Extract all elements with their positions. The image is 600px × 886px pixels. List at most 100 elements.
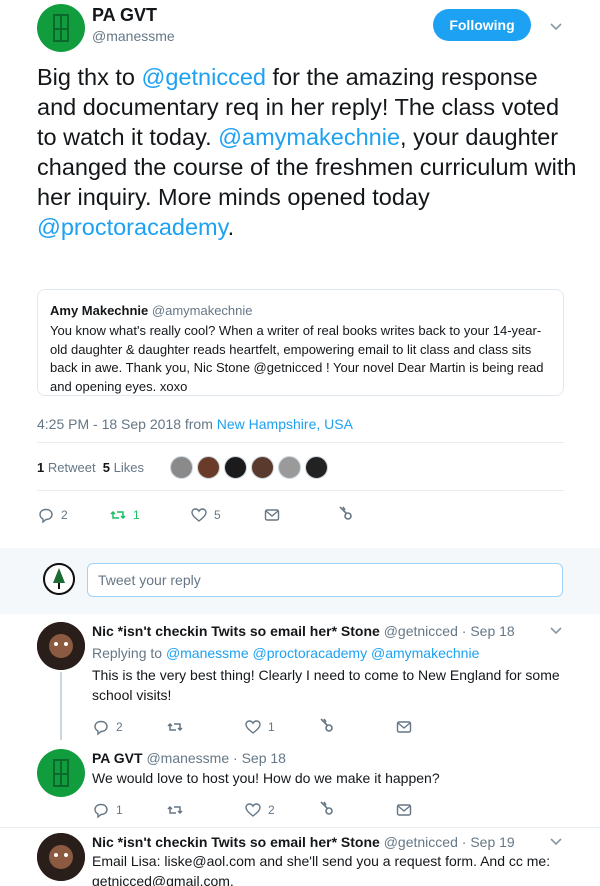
reply-author-handle[interactable]: @getnicced [384,834,458,850]
reply-count: 2 [61,508,68,522]
analytics-icon [320,718,333,732]
like-button[interactable]: 1 [244,718,275,736]
avatar[interactable] [305,456,328,479]
user-handle[interactable]: @manessme [92,28,175,44]
reply-date[interactable]: Sep 18 [470,623,514,639]
reply-author-name[interactable]: Nic *isn't checkin Twits so email her* S… [92,834,380,850]
divider [37,442,564,443]
quoted-text: You know what's really cool? When a writ… [50,323,544,394]
thread-line [60,672,62,740]
chevron-down-icon[interactable] [549,624,563,638]
retweet-count-link[interactable]: 1 Retweet [37,460,96,475]
heart-icon [245,803,261,817]
reply-count: 2 [116,720,123,734]
quoted-author: Amy Makechnie @amymakechnie [50,303,253,318]
retweet-label: Retweet [47,460,96,475]
display-name[interactable]: PA GVT [92,5,157,26]
avatar[interactable] [37,622,85,670]
retweet-icon [167,805,183,815]
replying-to: Replying to @manessme @proctoracademy @a… [92,643,479,663]
retweet-icon [110,510,126,520]
reply-button[interactable]: 2 [37,506,68,524]
retweet-count: 1 [133,508,140,522]
tweet-text-part: . [227,214,235,240]
divider [0,827,600,828]
like-count-link[interactable]: 5 Likes [103,460,144,475]
like-count: 5 [214,508,221,522]
mention-link[interactable]: @getnicced [142,64,266,90]
pa-logo-icon [53,759,69,787]
heart-icon [245,720,261,734]
avatar[interactable] [43,563,75,595]
like-label: Likes [113,460,145,475]
analytics-button[interactable] [318,716,336,734]
avatar[interactable] [37,749,85,797]
reply-input[interactable]: Tweet your reply [87,563,563,597]
envelope-icon [264,509,280,521]
pa-logo-icon [53,14,69,42]
like-count: 2 [268,803,275,817]
retweet-count: 1 [37,460,45,475]
tweet-timestamp: 4:25 PM - 18 Sep 2018 from New Hampshire… [37,416,353,432]
tweet-stats: 1 Retweet 5 Likes [37,460,144,475]
retweet-button[interactable]: 1 [109,506,140,524]
liker-avatars [170,456,328,479]
message-button[interactable] [395,718,413,736]
reply-icon [94,803,108,819]
reply-count: 1 [116,803,123,817]
following-button[interactable]: Following [433,9,531,41]
avatar[interactable] [37,833,85,881]
like-count: 1 [268,720,275,734]
reply-author-name[interactable]: PA GVT [92,750,143,766]
like-button[interactable]: 2 [244,801,275,819]
reply-date[interactable]: Sep 19 [470,834,514,850]
mention-link[interactable]: @amymakechnie [218,124,400,150]
like-button[interactable]: 5 [190,506,221,524]
separator-dot: · [229,750,242,766]
message-button[interactable] [395,801,413,819]
avatar[interactable] [224,456,247,479]
avatar[interactable] [251,456,274,479]
separator-dot: · [457,834,471,850]
avatar[interactable] [278,456,301,479]
reply-text: Email Lisa: liske@aol.com and she'll sen… [92,853,551,886]
avatar[interactable] [37,4,85,52]
separator-dot: · [457,623,471,639]
reply-button[interactable]: 1 [92,801,123,819]
timestamp-text: 4:25 PM - 18 Sep 2018 from [37,416,217,432]
reply-author-handle[interactable]: @getnicced [384,623,458,639]
analytics-button[interactable] [318,799,336,817]
tweet-text-part: Big thx to [37,64,142,90]
reply-header: Nic *isn't checkin Twits so email her* S… [92,834,515,850]
reply-header: Nic *isn't checkin Twits so email her* S… [92,623,515,639]
like-count: 5 [102,460,111,475]
reply-author-name[interactable]: Nic *isn't checkin Twits so email her* S… [92,623,380,639]
profile-photo-icon [37,622,85,670]
profile-photo-icon [37,833,85,881]
heart-icon [191,508,207,522]
avatar[interactable] [170,456,193,479]
replying-to-mentions[interactable]: @manessme @proctoracademy @amymakechnie [166,645,479,661]
avatar[interactable] [197,456,220,479]
chevron-down-icon[interactable] [549,20,563,34]
tree-logo-icon [43,563,75,595]
analytics-button[interactable] [337,504,355,522]
reply-date[interactable]: Sep 18 [242,750,286,766]
quoted-tweet[interactable]: Amy Makechnie @amymakechnie You know wha… [37,289,564,396]
message-button[interactable] [263,506,281,524]
chevron-down-icon[interactable] [549,835,563,849]
reply-header: PA GVT @manessme · Sep 18 [92,750,286,766]
mention-link[interactable]: @proctoracademy [37,214,228,240]
divider [37,490,564,491]
analytics-icon [320,801,333,815]
retweet-button[interactable] [166,718,184,736]
reply-button[interactable]: 2 [92,718,123,736]
replying-prefix: Replying to [92,645,163,661]
reply-author-handle[interactable]: @manessme [146,750,229,766]
envelope-icon [396,721,412,733]
retweet-button[interactable] [166,801,184,819]
reply-text: This is the very best thing! Clearly I n… [92,667,560,703]
analytics-icon [339,506,352,520]
tweet-text: Big thx to @getnicced for the amazing re… [37,62,577,242]
location-link[interactable]: New Hampshire, USA [217,416,353,432]
